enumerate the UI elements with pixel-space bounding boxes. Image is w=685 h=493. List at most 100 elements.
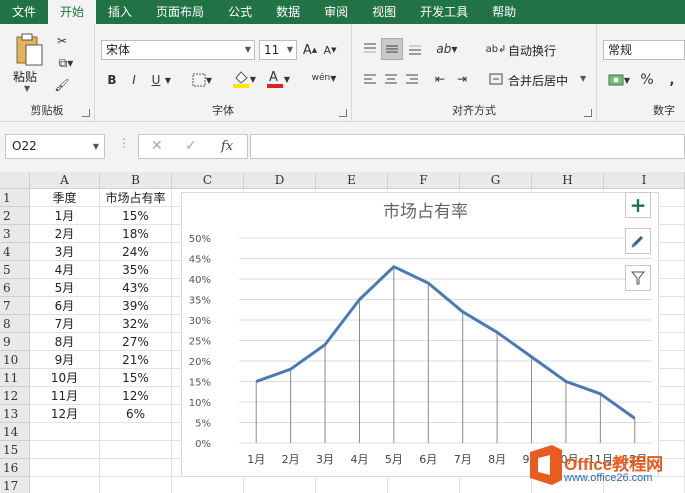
align-right-icon[interactable]: [402, 68, 422, 90]
paste-dropdown-icon[interactable]: ▼: [24, 84, 30, 93]
cell[interactable]: 7月: [30, 315, 100, 333]
cell[interactable]: [244, 477, 316, 493]
font-name-dropdown[interactable]: 宋体 ▼: [101, 40, 255, 60]
cell[interactable]: [30, 423, 100, 441]
format-painter-icon[interactable]: 🖌: [52, 76, 72, 94]
alignment-launcher-icon[interactable]: [584, 109, 592, 117]
cell[interactable]: 24%: [100, 243, 172, 261]
row-header[interactable]: 17: [0, 477, 30, 493]
column-header[interactable]: F: [388, 172, 460, 189]
cell[interactable]: [172, 477, 244, 493]
tab-8[interactable]: 开发工具: [408, 0, 480, 24]
cell[interactable]: 8月: [30, 333, 100, 351]
align-bottom-icon[interactable]: [405, 38, 425, 60]
cell[interactable]: 4月: [30, 261, 100, 279]
cell[interactable]: 6%: [100, 405, 172, 423]
row-header[interactable]: 1: [0, 189, 30, 207]
column-header[interactable]: A: [30, 172, 100, 189]
number-format-dropdown[interactable]: 常规: [603, 40, 685, 60]
cell[interactable]: 12%: [100, 387, 172, 405]
select-all-corner[interactable]: [0, 172, 30, 189]
line-chart[interactable]: 市场占有率 0% 5% 10% 15% 20% 25% 30% 35% 40% 45% 50% 1月 2月…: [181, 192, 659, 477]
row-header[interactable]: 6: [0, 279, 30, 297]
align-top-icon[interactable]: [360, 38, 380, 60]
row-header[interactable]: 11: [0, 369, 30, 387]
merge-center-button[interactable]: 合并后居中: [508, 72, 568, 89]
increase-indent-icon[interactable]: ⇥: [452, 68, 472, 90]
cell[interactable]: 43%: [100, 279, 172, 297]
comma-style-icon[interactable]: ,: [663, 70, 681, 90]
cut-icon[interactable]: ✂: [52, 32, 72, 50]
tab-2[interactable]: 插入: [96, 0, 144, 24]
row-header[interactable]: 8: [0, 315, 30, 333]
cell[interactable]: 季度: [30, 189, 100, 207]
merge-center-icon[interactable]: [486, 68, 506, 90]
chart-styles-button[interactable]: [625, 228, 651, 254]
tab-9[interactable]: 帮助: [480, 0, 528, 24]
shrink-font-button[interactable]: A ▼: [321, 40, 339, 60]
column-header[interactable]: I: [604, 172, 685, 189]
clipboard-launcher-icon[interactable]: [82, 109, 90, 117]
font-color-icon[interactable]: A ▼: [263, 68, 293, 90]
column-header[interactable]: G: [460, 172, 532, 189]
tab-1[interactable]: 开始: [48, 0, 97, 24]
border-icon[interactable]: ▼: [189, 70, 215, 90]
phonetic-guide-icon[interactable]: wén ▼: [307, 66, 341, 90]
cell[interactable]: 32%: [100, 315, 172, 333]
row-header[interactable]: 7: [0, 297, 30, 315]
align-left-icon[interactable]: [360, 68, 380, 90]
cell[interactable]: 1月: [30, 207, 100, 225]
column-header[interactable]: E: [316, 172, 388, 189]
row-header[interactable]: 5: [0, 261, 30, 279]
cell[interactable]: [30, 459, 100, 477]
cell[interactable]: [30, 477, 100, 493]
cell[interactable]: 市场占有率: [100, 189, 172, 207]
fill-color-icon[interactable]: ▼: [229, 68, 259, 90]
wrap-text-button[interactable]: 自动换行: [508, 42, 556, 59]
cell[interactable]: [388, 477, 460, 493]
enter-icon[interactable]: ✓: [185, 138, 197, 154]
cell[interactable]: 5月: [30, 279, 100, 297]
tab-0[interactable]: 文件: [0, 0, 48, 24]
tab-3[interactable]: 页面布局: [144, 0, 216, 24]
column-header[interactable]: C: [172, 172, 244, 189]
accounting-format-icon[interactable]: ▼: [605, 70, 633, 90]
cell[interactable]: 9月: [30, 351, 100, 369]
row-header[interactable]: 4: [0, 243, 30, 261]
tab-4[interactable]: 公式: [216, 0, 264, 24]
tab-6[interactable]: 审阅: [312, 0, 360, 24]
column-header[interactable]: B: [100, 172, 172, 189]
tab-5[interactable]: 数据: [264, 0, 312, 24]
underline-dropdown-icon[interactable]: ▼: [163, 70, 173, 90]
row-header[interactable]: 10: [0, 351, 30, 369]
cell[interactable]: [100, 459, 172, 477]
formula-input[interactable]: [250, 134, 685, 159]
cell[interactable]: 39%: [100, 297, 172, 315]
cell[interactable]: 11月: [30, 387, 100, 405]
align-center-icon[interactable]: [381, 68, 401, 90]
grow-font-button[interactable]: A ▲: [301, 40, 319, 60]
align-middle-icon[interactable]: [381, 38, 403, 60]
decrease-indent-icon[interactable]: ⇤: [430, 68, 450, 90]
orientation-icon[interactable]: ab ▼: [434, 38, 460, 60]
row-header[interactable]: 14: [0, 423, 30, 441]
cell[interactable]: 10月: [30, 369, 100, 387]
bold-button[interactable]: B: [103, 70, 121, 90]
cell[interactable]: [100, 477, 172, 493]
row-header[interactable]: 9: [0, 333, 30, 351]
font-launcher-icon[interactable]: [339, 109, 347, 117]
cell[interactable]: 21%: [100, 351, 172, 369]
cell[interactable]: 12月: [30, 405, 100, 423]
name-box[interactable]: O22 ▼: [5, 134, 105, 159]
cell[interactable]: 18%: [100, 225, 172, 243]
cell[interactable]: 2月: [30, 225, 100, 243]
row-header[interactable]: 16: [0, 459, 30, 477]
paste-icon[interactable]: [10, 32, 48, 68]
tab-7[interactable]: 视图: [360, 0, 408, 24]
font-size-dropdown[interactable]: 11 ▼: [259, 40, 297, 60]
row-header[interactable]: 15: [0, 441, 30, 459]
column-header[interactable]: D: [244, 172, 316, 189]
chart-filters-button[interactable]: [625, 265, 651, 291]
cell[interactable]: [30, 441, 100, 459]
cell[interactable]: 27%: [100, 333, 172, 351]
